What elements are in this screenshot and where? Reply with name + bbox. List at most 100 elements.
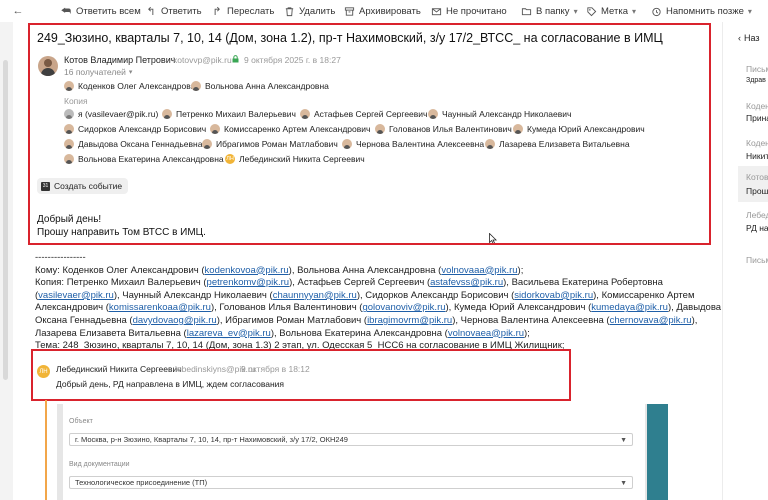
quote-cc-line: Оксана Геннадьевна (davydovaog@pik.ru), … <box>35 315 725 328</box>
email-link[interactable]: davydovaog@pik.ru <box>133 315 217 326</box>
mark-unread-label: Не прочитано <box>446 5 507 17</box>
email-link[interactable]: golovanoviv@pik.ru <box>362 302 445 313</box>
email-link[interactable]: kumedaya@pik.ru <box>591 302 668 313</box>
archive-label: Архивировать <box>359 5 421 17</box>
delete-button[interactable]: Удалить <box>283 4 335 18</box>
label-label: Метка <box>601 5 628 17</box>
email-link[interactable]: komissarenkoaa@pik.ru <box>109 302 211 313</box>
quote-text: ), Ибрагимов Роман Матлабович ( <box>216 314 368 326</box>
reply-all-icon: ⮪ <box>60 4 72 17</box>
thread-item-label[interactable]: Коден <box>746 138 768 148</box>
object-label: Объект <box>69 418 93 425</box>
email-link[interactable]: volnovaaa@pik.ru <box>441 265 517 276</box>
chevron-down-icon: ▾ <box>573 7 578 16</box>
email-link[interactable]: volnovaea@pik.ru <box>448 328 524 339</box>
quote-text: ), Голованов Илья Валентинович ( <box>210 302 363 314</box>
highlight-frame <box>28 23 711 245</box>
tag-icon <box>585 5 597 17</box>
quote-text: ), Чернова Валентина Алексеевна ( <box>452 314 610 326</box>
reply-all-label: Ответить всем <box>76 5 141 17</box>
email-link[interactable]: vasilevaer@pik.ru <box>38 290 114 301</box>
scrollbar-thumb[interactable] <box>3 60 8 380</box>
object-select[interactable]: г. Москва, р-н Зюзино, Кварталы 7, 10, 1… <box>69 433 633 446</box>
email-link[interactable]: kodenkovoa@pik.ru <box>205 265 289 276</box>
quote-cc-line: (vasilevaer@pik.ru), Чаунный Александр Н… <box>35 290 725 303</box>
quote-text: ), Васильева Екатерина Робертовна <box>503 277 663 289</box>
envelope-icon <box>430 5 442 17</box>
email-link[interactable]: chernovava@pik.ru <box>610 315 692 326</box>
thread-item-value[interactable]: Прошу <box>746 186 768 196</box>
forward-icon: ↱ <box>212 5 222 18</box>
label-button[interactable]: Метка ▾ <box>585 4 640 18</box>
thread-item-label[interactable]: Коден <box>746 101 768 111</box>
back-to-list-button[interactable]: ‹ Наз <box>738 33 760 43</box>
archive-icon <box>343 5 355 17</box>
quoted-headers: ---------------- Кому: Коденков Олег Але… <box>35 252 725 353</box>
chevron-down-icon: ▼ <box>620 480 627 487</box>
back-button[interactable]: ← <box>12 4 24 18</box>
thread-item-label[interactable]: Котов <box>746 172 768 182</box>
quote-cc-line: Александрович (komissarenkoaa@pik.ru), Г… <box>35 302 725 315</box>
quote-text: ), Давыдова <box>667 302 722 314</box>
back-label: Наз <box>744 33 760 43</box>
email-link[interactable]: ibragimovrm@pik.ru <box>367 315 452 326</box>
delete-label: Удалить <box>299 5 336 17</box>
quote-text: ), Вольнова Екатерина Александровна ( <box>270 327 448 339</box>
thread-item-label[interactable]: Письм <box>746 64 768 74</box>
arrow-left-icon: ← <box>12 5 24 17</box>
email-link[interactable]: astafevss@pik.ru <box>430 277 503 288</box>
remind-later-label: Напомнить позже <box>666 5 744 17</box>
quote-text: Копия: Петренко Михаил Валерьевич ( <box>35 277 207 289</box>
quote-text: ), Чаунный Александр Николаевич ( <box>113 289 273 301</box>
quote-to-line: Кому: Коденков Олег Александрович (koden… <box>35 265 725 278</box>
quote-text: ); <box>517 264 524 276</box>
quote-text: ), Вольнова Анна Александровна ( <box>288 264 442 276</box>
embedded-form: Объект г. Москва, р-н Зюзино, Кварталы 7… <box>63 404 645 500</box>
quote-cc-line: Лазарева Елизавета Витальевна (lazareva_… <box>35 328 725 341</box>
thread-line <box>45 400 47 500</box>
email-link[interactable]: petrenkomv@pik.ru <box>207 277 290 288</box>
quote-text: Кому: Коденков Олег Александрович ( <box>35 264 205 276</box>
chevron-down-icon: ▾ <box>632 7 637 16</box>
doc-type-value: Технологическое присоединение (ТП) <box>75 478 208 487</box>
thread-item-value[interactable]: Здрав <box>746 77 766 84</box>
remind-later-button[interactable]: Напомнить позже ▾ <box>650 4 756 18</box>
email-link[interactable]: lazareva_ev@pik.ru <box>187 328 271 339</box>
thread-item-value[interactable]: Никит <box>746 151 768 161</box>
reply-button[interactable]: ↰ Ответить <box>145 4 201 18</box>
alarm-clock-icon <box>650 5 662 17</box>
quote-text: Лазарева Елизавета Витальевна ( <box>35 327 187 339</box>
thread-item-label[interactable]: Лебед <box>746 210 768 220</box>
highlight-frame <box>31 349 571 401</box>
chevron-left-icon: ‹ <box>738 33 741 43</box>
thread-item-label[interactable]: Письм <box>746 255 768 265</box>
doc-type-select[interactable]: Технологическое присоединение (ТП) ▼ <box>69 476 633 489</box>
forward-button[interactable]: ↱ Переслать <box>211 4 274 18</box>
object-value: г. Москва, р-н Зюзино, Кварталы 7, 10, 1… <box>75 435 348 444</box>
quote-text: Александрович ( <box>35 302 109 314</box>
forward-label: Переслать <box>227 5 275 17</box>
quote-text: ), Кумеда Юрий Александрович ( <box>445 302 592 314</box>
quote-text: ), <box>691 314 698 326</box>
chevron-down-icon: ▾ <box>747 7 752 16</box>
move-to-folder-label: В папку <box>536 5 570 17</box>
chevron-down-icon: ▼ <box>620 437 627 444</box>
quote-cc-line: Копия: Петренко Михаил Валерьевич (petre… <box>35 277 725 290</box>
archive-button[interactable]: Архивировать <box>343 4 421 18</box>
thread-item-value[interactable]: РД на <box>746 223 768 233</box>
quote-text: ), Астафьев Сергей Сергеевич ( <box>289 277 431 289</box>
quote-text: ), Сидорков Александр Борисович ( <box>356 289 515 301</box>
doc-type-label: Вид документации <box>69 461 130 468</box>
quote-text: ); <box>524 327 530 339</box>
mail-toolbar: ← ⮪ Ответить всем ↰ Ответить ↱ Переслать… <box>0 0 768 22</box>
email-link[interactable]: chaunnyyan@pik.ru <box>273 290 357 301</box>
quote-text: Оксана Геннадьевна ( <box>35 314 133 326</box>
move-to-folder-button[interactable]: В папку ▾ <box>520 4 582 18</box>
mark-unread-button[interactable]: Не прочитано <box>430 4 507 18</box>
quote-text: ), Комиссаренко Артем <box>593 289 695 301</box>
reply-all-button[interactable]: ⮪ Ответить всем <box>60 4 141 18</box>
email-link[interactable]: sidorkovab@pik.ru <box>514 290 593 301</box>
embedded-side-bar <box>647 404 668 500</box>
trash-icon <box>283 5 295 17</box>
thread-item-value[interactable]: Прина <box>746 113 768 123</box>
